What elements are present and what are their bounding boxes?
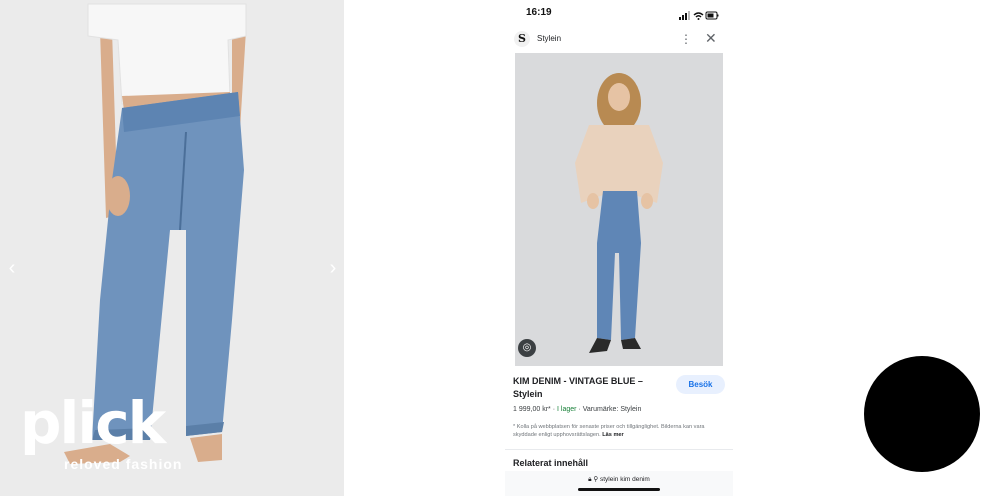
section-divider: [505, 449, 733, 450]
previous-image-button[interactable]: ‹: [5, 258, 19, 278]
product-photo-panel: ‹ › plick reloved fashion: [0, 0, 344, 496]
close-icon[interactable]: ✕: [705, 30, 717, 46]
related-content-heading: Relaterat innehåll: [513, 458, 589, 468]
price-disclaimer: * Kolla på webbplatsen för senaste prise…: [513, 423, 725, 439]
logo-tagline: reloved fashion: [64, 456, 183, 472]
site-name[interactable]: Stylein: [537, 34, 561, 43]
product-image[interactable]: ◎: [515, 53, 723, 366]
black-circle-overlay: [864, 356, 980, 472]
product-title[interactable]: KIM DENIM - VINTAGE BLUE – Stylein: [513, 375, 663, 401]
battery-icon: [705, 11, 719, 20]
plick-logo: plick reloved fashion: [20, 392, 190, 482]
lock-icon: 🔒︎: [588, 476, 592, 483]
meta-separator-2: ·: [578, 406, 581, 413]
signal-icon: [679, 11, 690, 20]
model-image: [575, 73, 663, 353]
product-brand: Varumärke: Stylein: [582, 406, 642, 413]
search-icon: ⚲: [593, 476, 599, 483]
phone-screenshot: 16:19 S Stylein ⋮ ✕ ◎ KIM DENIM - VINTAG…: [505, 0, 733, 496]
search-bar[interactable]: 🔒︎ ⚲ stylein kim denim: [505, 471, 733, 496]
visit-button[interactable]: Besök: [676, 375, 725, 394]
stock-status: I lager: [557, 406, 577, 413]
status-icons: [679, 8, 719, 26]
search-query[interactable]: 🔒︎ ⚲ stylein kim denim: [505, 475, 733, 484]
search-query-text: stylein kim denim: [600, 476, 650, 483]
status-bar: 16:19: [505, 0, 733, 26]
browser-header: S Stylein ⋮ ✕: [505, 28, 733, 50]
google-lens-icon[interactable]: ◎: [518, 339, 536, 357]
site-favicon-icon: S: [514, 31, 530, 47]
home-indicator: [578, 488, 660, 491]
status-time: 16:19: [526, 7, 552, 18]
product-price: 1 999,00 kr*: [513, 406, 551, 413]
read-more-link[interactable]: Läs mer: [602, 432, 623, 438]
more-options-icon[interactable]: ⋮: [680, 31, 692, 47]
logo-word: plick: [20, 389, 166, 457]
wifi-icon: [693, 12, 704, 20]
meta-separator: ·: [552, 406, 556, 413]
next-image-button[interactable]: ›: [326, 258, 340, 278]
product-meta: 1 999,00 kr* · I lager · Varumärke: Styl…: [513, 406, 641, 413]
